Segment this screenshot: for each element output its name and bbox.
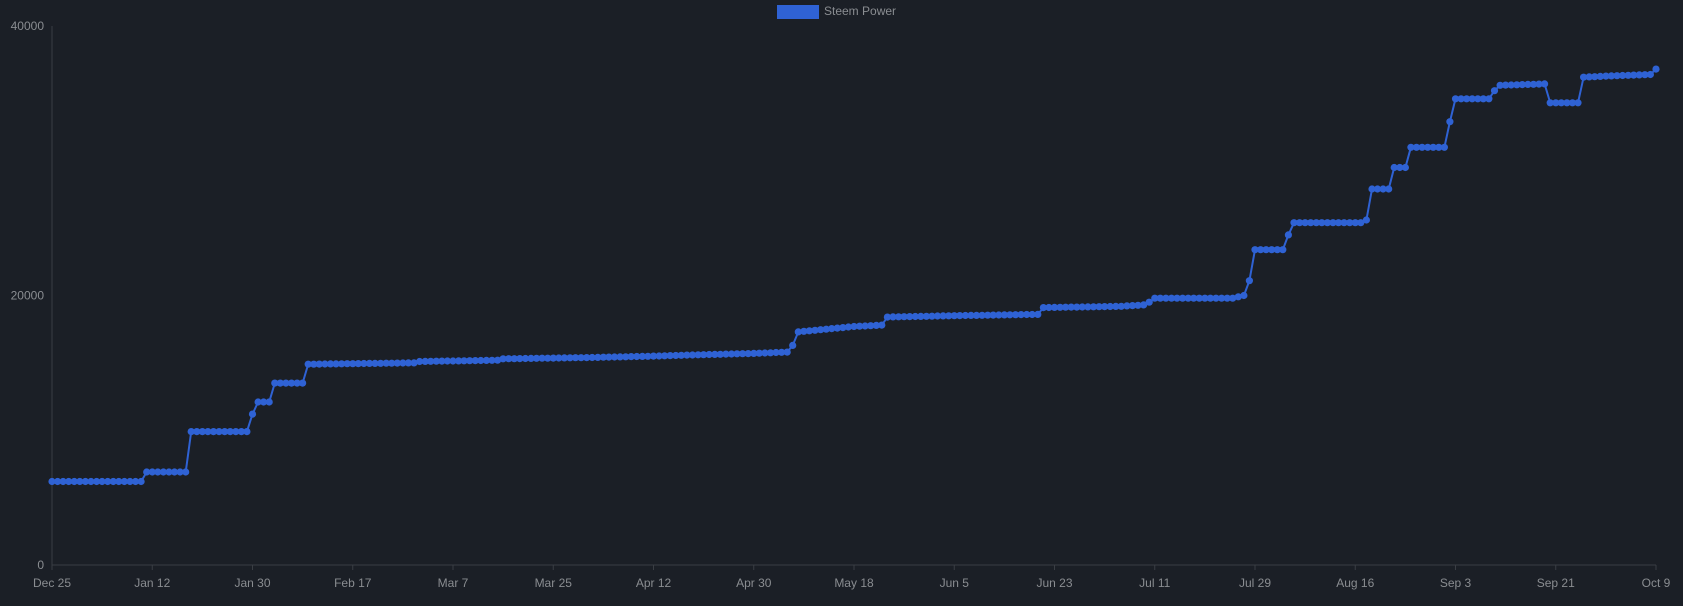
data-point[interactable] [1284,231,1292,239]
x-tick-label: Sep 3 [1440,576,1472,590]
legend[interactable]: Steem Power [777,4,896,19]
steem-power-chart: Steem Power 0 20000 40000 Dec 25 Jan 12 Jan … [11,4,1671,590]
x-tick-label: Jan 30 [234,576,270,590]
x-tick-label: Jul 11 [1139,576,1170,590]
data-point[interactable] [1385,185,1393,193]
data-point[interactable] [1541,80,1549,88]
x-tick-label: Oct 9 [1642,576,1671,590]
data-point[interactable] [1240,291,1248,300]
x-tick-label: Feb 17 [334,576,372,590]
data-point[interactable] [783,348,791,356]
data-point[interactable] [1279,246,1287,254]
x-tick-label: Jun 23 [1036,576,1072,590]
x-tick-label: Apr 30 [736,576,772,590]
x-axis-ticks: Dec 25 Jan 12 Jan 30 Feb 17 Mar 7 Mar 25 Apr 1… [33,565,1671,590]
x-tick-label: Mar 7 [438,576,469,590]
data-point[interactable] [1245,277,1253,285]
data-point[interactable] [299,379,307,387]
x-tick-label: Aug 16 [1336,576,1374,590]
x-tick-label: Jun 5 [940,576,970,590]
x-tick-label: Mar 25 [535,576,573,590]
legend-swatch [777,5,819,19]
data-point[interactable] [1574,99,1582,107]
y-tick-label: 40000 [11,19,45,33]
data-point[interactable] [182,468,190,476]
data-point[interactable] [243,428,251,436]
x-tick-label: May 18 [834,576,874,590]
series-points [48,65,1660,486]
data-point[interactable] [878,321,886,329]
series-line-steem-power [52,68,1657,483]
data-point[interactable] [1440,143,1448,151]
data-point[interactable] [248,410,257,418]
x-tick-label: Sep 21 [1537,576,1575,590]
data-point[interactable] [789,341,797,349]
data-point[interactable] [1652,65,1660,73]
legend-label-steem-power: Steem Power [824,4,896,18]
x-tick-label: Jul 29 [1239,576,1271,590]
data-point[interactable] [1034,310,1042,318]
data-point[interactable] [1485,95,1493,103]
y-tick-label: 20000 [11,289,45,303]
y-axis-ticks: 0 20000 40000 [11,19,45,572]
x-tick-label: Dec 25 [33,576,71,590]
x-tick-label: Jan 12 [134,576,170,590]
data-point[interactable] [1362,216,1370,224]
data-point[interactable] [1646,70,1654,79]
data-point[interactable] [1446,118,1454,126]
data-point[interactable] [137,477,145,486]
y-tick-label: 0 [37,558,44,572]
data-point[interactable] [1401,163,1409,172]
x-tick-label: Apr 12 [636,576,672,590]
data-point[interactable] [265,398,273,406]
data-point[interactable] [1490,87,1499,95]
